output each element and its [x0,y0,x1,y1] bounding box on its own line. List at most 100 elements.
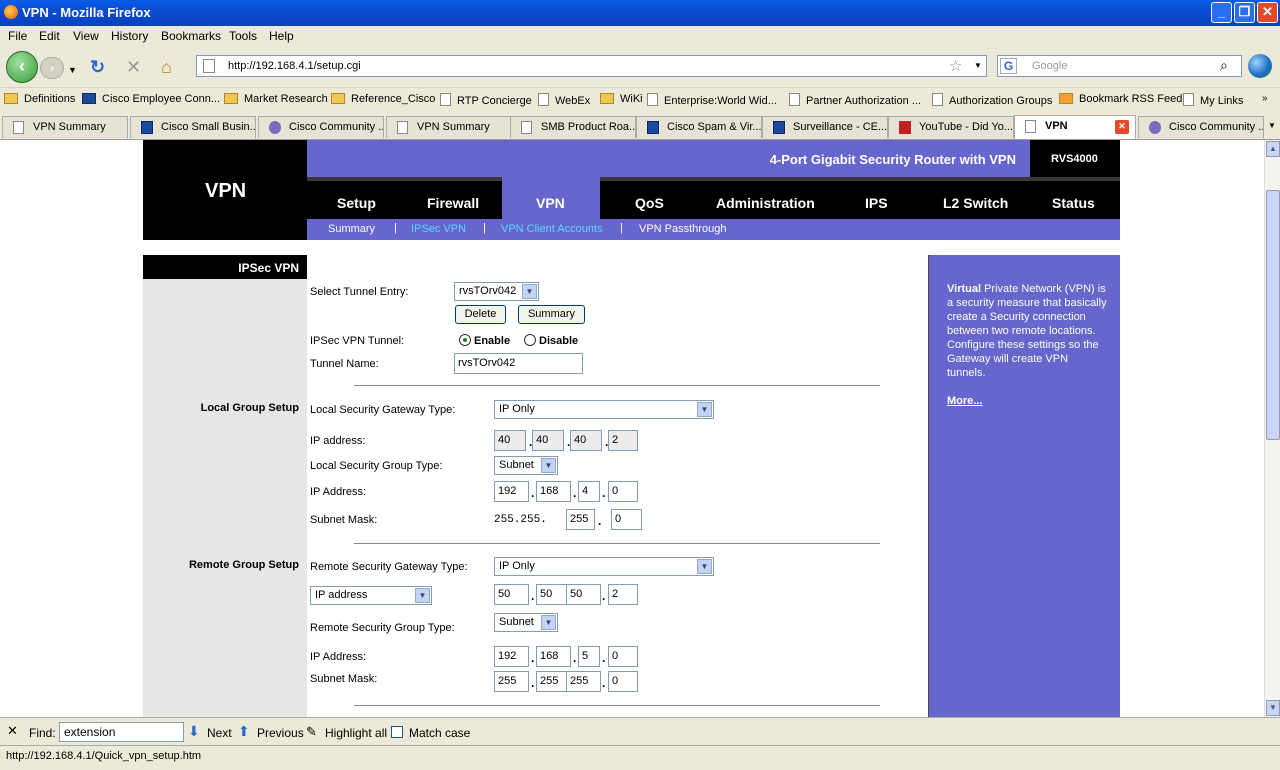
remote-ip-octet[interactable]: 2 [608,584,638,605]
page-icon [789,93,800,106]
remote-group-ip-octet[interactable]: 192 [494,646,529,667]
bookmark-item[interactable]: RTP Concierge [440,93,532,107]
url-dropdown-icon[interactable]: ▼ [974,61,982,70]
chevron-right-icon[interactable]: » [1262,93,1268,104]
local-group-ip-octet[interactable]: 168 [536,481,571,502]
tab-vpn[interactable]: VPN [536,195,565,211]
menu-help[interactable]: Help [269,29,294,43]
menu-view[interactable]: View [73,29,99,43]
tab-firewall[interactable]: Firewall [427,195,479,211]
local-mask-octet[interactable]: 0 [611,509,642,530]
tab-ips[interactable]: IPS [865,195,888,211]
bookmark-item[interactable]: Authorization Groups [932,93,1052,107]
tab-administration[interactable]: Administration [716,195,815,211]
bookmark-item[interactable]: WiKi [600,93,643,105]
remote-gw-type-select[interactable]: IP Only ▼ [494,557,714,576]
local-group-type-select[interactable]: Subnet ▼ [494,456,558,475]
stop-icon[interactable]: ✕ [126,57,141,77]
local-group-ip-octet[interactable]: 192 [494,481,529,502]
scrollbar-thumb[interactable] [1266,190,1280,440]
tab-list-icon[interactable]: ▼ [1268,121,1276,130]
search-box[interactable]: G Google ⌕ [997,55,1242,77]
tab-setup[interactable]: Setup [337,195,376,211]
remote-group-ip-octet[interactable]: 5 [578,646,600,667]
tab-item-active[interactable]: VPN ✕ [1014,115,1136,139]
home-icon[interactable]: ⌂ [161,57,172,77]
local-group-ip-octet[interactable]: 4 [578,481,600,502]
tunnel-name-input[interactable]: rvsTOrv042 [454,353,583,374]
find-previous-button[interactable]: Previous [257,726,304,740]
divider [354,543,880,544]
chevron-down-icon: ▼ [697,559,712,574]
local-group-ip-octet[interactable]: 0 [608,481,638,502]
tab-item[interactable]: SMB Product Roa... [510,116,636,138]
subtab-vpn-passthrough[interactable]: VPN Passthrough [639,223,726,235]
tunnel-entry-select[interactable]: rvsTOrv042 ▼ [454,282,539,301]
tab-item[interactable]: YouTube - Did Yo... [888,116,1014,138]
bookmark-item[interactable]: WebEx [538,93,590,107]
remote-id-type-select[interactable]: IP address ▼ [310,586,432,605]
maximize-button[interactable]: ❐ [1234,2,1255,23]
google-icon[interactable]: G [1000,58,1017,74]
close-button[interactable]: ✕ [1257,2,1278,23]
remote-mask-octet[interactable]: 255 [566,671,601,692]
remote-group-type-select[interactable]: Subnet ▼ [494,613,558,632]
bookmark-item[interactable]: Definitions [4,93,75,105]
subtab-summary[interactable]: Summary [328,223,375,235]
vertical-scrollbar[interactable]: ▲ ▼ [1264,140,1280,717]
menu-tools[interactable]: Tools [229,29,257,43]
bookmark-item[interactable]: Cisco Employee Conn... [82,93,220,105]
history-dropdown-icon[interactable]: ▼ [68,60,77,80]
subtab-ipsec-vpn[interactable]: IPSec VPN [411,223,466,235]
highlight-all-button[interactable]: Highlight all [325,726,387,740]
find-close-icon[interactable]: ✕ [7,723,18,739]
remote-mask-octet[interactable]: 255 [494,671,529,692]
delete-button[interactable]: Delete [455,305,506,324]
bookmark-item[interactable]: Market Research [224,93,328,105]
bookmark-item[interactable]: Reference_Cisco [331,93,435,105]
tab-close-icon[interactable]: ✕ [1115,120,1129,134]
tab-l2-switch[interactable]: L2 Switch [943,195,1008,211]
reload-icon[interactable]: ↻ [90,57,105,77]
remote-mask-octet[interactable]: 0 [608,671,638,692]
bookmark-item[interactable]: Bookmark RSS Feed [1059,93,1182,105]
disable-radio[interactable]: Disable [524,334,578,347]
more-link[interactable]: More... [947,395,982,407]
forward-button[interactable]: › [40,57,64,79]
enable-radio[interactable]: Enable [459,334,510,347]
find-next-button[interactable]: Next [207,726,232,740]
minimize-button[interactable]: _ [1211,2,1232,23]
remote-ip-octet[interactable]: 50 [566,584,601,605]
bookmark-star-icon[interactable]: ☆ [949,57,962,75]
search-icon[interactable]: ⌕ [1220,57,1228,74]
remote-group-ip-octet[interactable]: 168 [536,646,571,667]
tab-item[interactable]: Surveillance - CE... [762,116,888,138]
summary-button[interactable]: Summary [518,305,585,324]
tab-item[interactable]: Cisco Small Busin... [130,116,256,138]
bookmark-item[interactable]: Enterprise:World Wid... [647,93,777,107]
menu-file[interactable]: File [8,29,27,43]
tab-item[interactable]: Cisco Spam & Vir... [636,116,762,138]
bookmark-item[interactable]: My Links [1183,93,1243,107]
tab-item[interactable]: VPN Summary [386,116,512,138]
match-case-checkbox[interactable] [391,726,403,738]
find-input[interactable]: extension [59,722,184,742]
tab-item[interactable]: Cisco Community ... [258,116,384,138]
tab-item[interactable]: VPN Summary [2,116,128,138]
scroll-up-icon[interactable]: ▲ [1266,141,1280,157]
menu-history[interactable]: History [111,29,148,43]
subtab-vpn-client-accounts[interactable]: VPN Client Accounts [501,223,603,235]
back-button[interactable]: ‹ [6,51,38,83]
bookmark-item[interactable]: Partner Authorization ... [789,93,921,107]
remote-group-ip-octet[interactable]: 0 [608,646,638,667]
remote-ip-octet[interactable]: 50 [494,584,529,605]
scroll-down-icon[interactable]: ▼ [1266,700,1280,716]
tab-item[interactable]: Cisco Community ... [1138,116,1264,138]
tab-status[interactable]: Status [1052,195,1095,211]
tab-qos[interactable]: QoS [635,195,664,211]
local-mask-octet[interactable]: 255 [566,509,595,530]
url-bar[interactable]: http://192.168.4.1/setup.cgi ☆ ▼ [196,55,987,77]
menu-edit[interactable]: Edit [39,29,60,43]
menu-bookmarks[interactable]: Bookmarks [161,29,221,43]
local-gw-type-select[interactable]: IP Only ▼ [494,400,714,419]
